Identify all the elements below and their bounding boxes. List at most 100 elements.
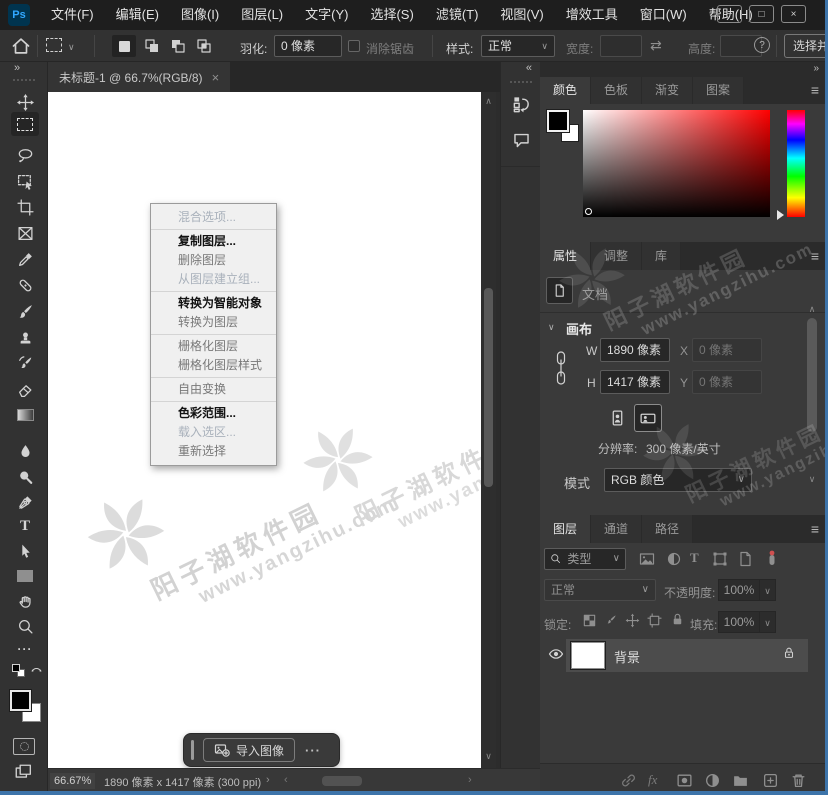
foreground-color-swatch[interactable] bbox=[10, 690, 31, 711]
dodge-tool[interactable] bbox=[11, 465, 39, 489]
filter-kind-adjustment-icon[interactable] bbox=[666, 551, 682, 567]
hue-slider[interactable] bbox=[787, 110, 805, 217]
comments-panel-icon[interactable] bbox=[509, 128, 533, 152]
eyedropper-tool[interactable] bbox=[11, 247, 39, 271]
menu-view[interactable]: 视图(V) bbox=[489, 0, 554, 30]
menu-filter[interactable]: 滤镜(T) bbox=[425, 0, 490, 30]
filter-kind-shape-icon[interactable] bbox=[712, 551, 728, 567]
vertical-scroll-thumb[interactable] bbox=[484, 288, 493, 487]
pen-tool[interactable] bbox=[11, 490, 39, 514]
context-menu-item[interactable]: 栅格化图层 bbox=[151, 337, 276, 356]
screen-mode-button[interactable] bbox=[13, 763, 33, 781]
fill-chevron-icon[interactable]: ∨ bbox=[760, 611, 776, 633]
move-tool[interactable] bbox=[11, 90, 39, 114]
menu-file[interactable]: 文件(F) bbox=[40, 0, 105, 30]
tab-gradients[interactable]: 渐变 bbox=[642, 77, 693, 104]
tab-channels[interactable]: 通道 bbox=[591, 515, 642, 543]
horizontal-scroll-thumb[interactable] bbox=[322, 776, 362, 786]
history-brush-tool[interactable] bbox=[11, 351, 39, 375]
toolbar-grip[interactable] bbox=[13, 79, 35, 82]
menu-window[interactable]: 窗口(W) bbox=[629, 0, 698, 30]
lock-all-icon[interactable] bbox=[670, 612, 685, 627]
properties-scroll-thumb[interactable] bbox=[807, 318, 817, 432]
swap-colors-icon[interactable] bbox=[30, 663, 43, 676]
default-colors-icon[interactable] bbox=[12, 664, 26, 678]
color-field-marker[interactable] bbox=[585, 208, 592, 215]
scroll-up-icon[interactable]: ∧ bbox=[481, 96, 496, 107]
layer-thumbnail[interactable] bbox=[571, 642, 605, 669]
fill-value[interactable]: 100% bbox=[718, 611, 760, 633]
lock-transparency-icon[interactable] bbox=[582, 613, 597, 628]
tab-libraries[interactable]: 库 bbox=[642, 242, 681, 270]
lock-pixels-icon[interactable] bbox=[603, 613, 618, 628]
menu-layer[interactable]: 图层(L) bbox=[230, 0, 294, 30]
delete-layer-icon[interactable] bbox=[790, 772, 807, 789]
foreground-color-swatch[interactable] bbox=[547, 110, 569, 132]
tab-adjustments[interactable]: 调整 bbox=[591, 242, 642, 270]
height-value-input[interactable]: 1417 像素 bbox=[600, 370, 670, 394]
tool-preset-marquee-icon[interactable] bbox=[46, 38, 62, 52]
scroll-right-icon[interactable]: › bbox=[468, 774, 472, 786]
width-input[interactable] bbox=[600, 35, 642, 57]
feather-input[interactable]: 0 像素 bbox=[274, 35, 342, 57]
mode-dropdown[interactable]: RGB 颜色∨ bbox=[604, 468, 752, 492]
style-dropdown[interactable]: 正常∨ bbox=[481, 35, 555, 57]
document-tab[interactable]: 未标题-1 @ 66.7%(RGB/8) × bbox=[48, 62, 230, 92]
status-expand-icon[interactable]: › bbox=[266, 774, 270, 786]
selection-mode-add-button[interactable] bbox=[140, 35, 164, 57]
tab-layers[interactable]: 图层 bbox=[540, 515, 591, 543]
maximize-button[interactable]: □ bbox=[749, 5, 774, 23]
tab-color[interactable]: 颜色 bbox=[540, 77, 591, 104]
tab-patterns[interactable]: 图案 bbox=[693, 77, 744, 104]
layer-visibility-eye-icon[interactable] bbox=[547, 646, 565, 662]
close-button[interactable]: × bbox=[781, 5, 806, 23]
eraser-tool[interactable] bbox=[11, 377, 39, 401]
opacity-chevron-icon[interactable]: ∨ bbox=[760, 579, 776, 601]
layer-lock-icon[interactable] bbox=[782, 645, 796, 661]
type-tool[interactable]: T bbox=[11, 514, 39, 538]
add-layer-mask-icon[interactable] bbox=[676, 772, 693, 789]
healing-brush-tool[interactable] bbox=[11, 273, 39, 297]
filter-kind-type-icon[interactable]: T bbox=[690, 550, 699, 566]
gradient-tool[interactable] bbox=[11, 403, 39, 427]
select-and-mask-button[interactable]: 选择并遮住... bbox=[784, 34, 828, 58]
scroll-up-icon[interactable]: ∧ bbox=[806, 304, 818, 315]
blend-mode-dropdown[interactable]: 正常∨ bbox=[544, 579, 656, 601]
section-collapse-icon[interactable]: ∨ bbox=[548, 322, 555, 333]
crop-tool[interactable] bbox=[11, 195, 39, 219]
home-icon[interactable] bbox=[10, 35, 32, 57]
panel-collapse-icon[interactable]: » bbox=[813, 63, 819, 74]
lock-artboard-icon[interactable] bbox=[647, 613, 662, 628]
context-menu-item[interactable]: 自由变换 bbox=[151, 380, 276, 399]
color-panel-menu-icon[interactable]: ≡ bbox=[811, 82, 819, 98]
layer-filter-dropdown[interactable]: 类型 ∨ bbox=[544, 548, 626, 570]
menu-edit[interactable]: 编辑(E) bbox=[105, 0, 170, 30]
help-icon[interactable]: ? bbox=[754, 37, 770, 53]
lock-position-icon[interactable] bbox=[625, 613, 640, 628]
tab-properties[interactable]: 属性 bbox=[540, 242, 591, 270]
filter-kind-smart-object-icon[interactable] bbox=[737, 551, 753, 567]
filter-kind-image-icon[interactable] bbox=[639, 551, 655, 567]
document-tab-close-icon[interactable]: × bbox=[212, 70, 220, 85]
clone-stamp-tool[interactable] bbox=[11, 325, 39, 349]
swap-dimensions-icon[interactable]: ⇄ bbox=[650, 37, 662, 54]
blur-tool[interactable] bbox=[11, 439, 39, 463]
context-menu-item[interactable]: 复制图层... bbox=[151, 232, 276, 251]
context-menu-item[interactable]: 重新选择 bbox=[151, 442, 276, 461]
brush-tool[interactable] bbox=[11, 299, 39, 323]
tab-paths[interactable]: 路径 bbox=[642, 515, 693, 543]
layer-style-fx-icon[interactable]: fx bbox=[648, 772, 657, 788]
opacity-value[interactable]: 100% bbox=[718, 579, 760, 601]
scroll-down-icon[interactable]: ∨ bbox=[481, 751, 496, 762]
tool-preset-chevron-icon[interactable]: ∨ bbox=[68, 42, 75, 53]
canvas-vertical-scrollbar[interactable]: ∧ ∨ bbox=[481, 92, 496, 768]
panel-expand-icon[interactable]: « bbox=[526, 62, 532, 74]
path-selection-tool[interactable] bbox=[11, 539, 39, 563]
document-properties-chip[interactable] bbox=[546, 277, 573, 304]
orientation-landscape-button[interactable] bbox=[634, 404, 662, 432]
zoom-tool[interactable] bbox=[11, 614, 39, 638]
layers-panel-menu-icon[interactable]: ≡ bbox=[811, 521, 819, 537]
scroll-down-icon[interactable]: ∨ bbox=[806, 474, 818, 485]
selection-mode-intersect-button[interactable] bbox=[192, 35, 216, 57]
orientation-portrait-button[interactable] bbox=[604, 404, 630, 432]
